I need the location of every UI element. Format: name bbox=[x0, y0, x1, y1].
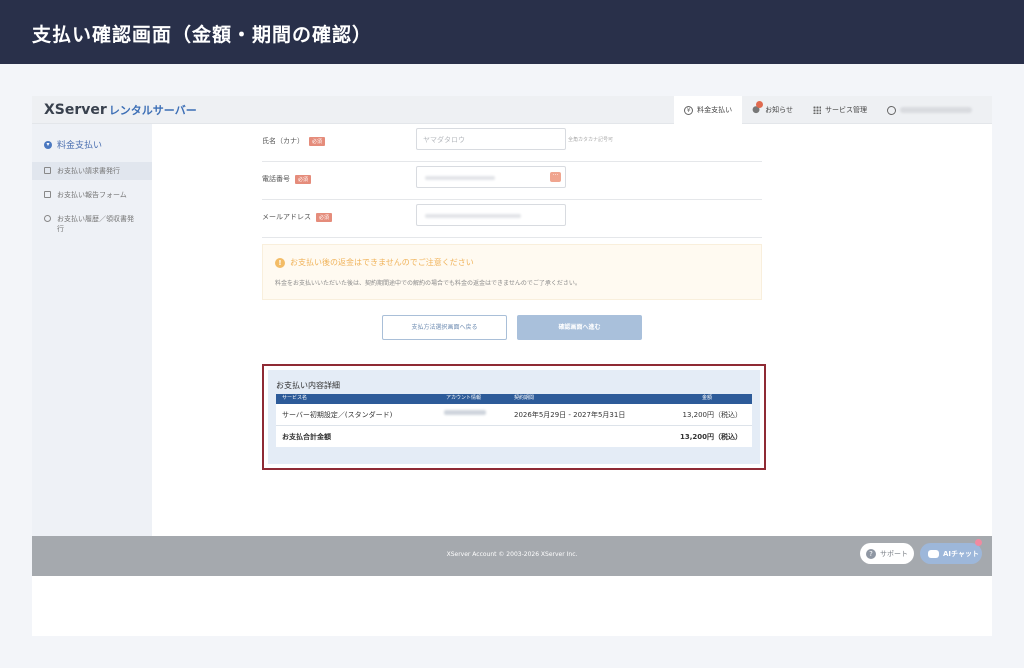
form-icon bbox=[44, 191, 51, 198]
detail-title: お支払い内容詳細 bbox=[276, 381, 340, 390]
header-period: 契約期間 bbox=[514, 395, 535, 401]
sidebar-heading-label: 料金支払い bbox=[57, 141, 103, 151]
form-row-phone: 電話番号 必須 ··· bbox=[262, 162, 762, 200]
total-amount: 13,200円（税込） bbox=[679, 433, 742, 441]
next-button[interactable]: 確認画面へ進む bbox=[517, 315, 642, 340]
sidebar-item-label: お支払い履歴／領収書発行 bbox=[57, 215, 134, 233]
nav-service-label: サービス管理 bbox=[825, 106, 867, 114]
sidebar-item-label: お支払い報告フォーム bbox=[57, 191, 127, 199]
ai-chat-badge bbox=[975, 539, 982, 546]
payment-detail: お支払い内容詳細 サービス名 アカウント情報 契約期間 金額 サーバー初期設定／… bbox=[268, 370, 760, 464]
total-label: お支払合計金額 bbox=[282, 433, 331, 441]
email-input[interactable] bbox=[416, 204, 566, 226]
chat-icon bbox=[928, 549, 939, 558]
nav-notifications-label: お知らせ bbox=[765, 106, 793, 114]
banner-title: 支払い確認画面（金額・期間の確認） bbox=[32, 24, 373, 46]
copyright: XServer Account © 2003-2026 XServer Inc. bbox=[446, 551, 578, 558]
notice-title: ! お支払い後の返金はできませんのでご注意ください bbox=[275, 257, 474, 268]
nav-notifications[interactable]: ● お知らせ bbox=[742, 96, 803, 124]
header-amount: 金額 bbox=[702, 395, 713, 401]
ai-chat-button[interactable]: AIチャット bbox=[920, 539, 982, 564]
logo-main: XServer bbox=[44, 102, 107, 118]
required-badge: 必須 bbox=[316, 212, 333, 222]
detail-table-header: サービス名 アカウント情報 契約期間 金額 bbox=[276, 394, 752, 404]
clock-icon bbox=[44, 215, 51, 222]
total-row: お支払合計金額 13,200円（税込） bbox=[276, 426, 752, 447]
question-icon: ? bbox=[866, 548, 876, 559]
grid-icon bbox=[813, 106, 821, 114]
form-row-email: メールアドレス 必須 bbox=[262, 200, 762, 238]
user-icon bbox=[887, 105, 896, 115]
sidebar-item-report-form[interactable]: お支払い報告フォーム bbox=[32, 186, 152, 204]
phone-label: 電話番号 必須 bbox=[262, 174, 312, 184]
table-row: サーバー初期設定／(スタンダード) 2026年5月29日 - 2027年5月31… bbox=[276, 404, 752, 426]
nav-payment-label: 料金支払い bbox=[697, 106, 733, 114]
warning-icon: ! bbox=[275, 257, 285, 268]
name-kana-label: 氏名（カナ） 必須 bbox=[262, 136, 326, 146]
user-name-blurred bbox=[900, 107, 972, 113]
header-nav: ¥ 料金支払い ● お知らせ サービス管理 bbox=[674, 96, 982, 124]
logo-sub: レンタルサーバー bbox=[108, 104, 197, 117]
name-kana-hint: 全角カタカナ記号可 bbox=[568, 137, 614, 143]
bell-icon: ● bbox=[752, 100, 764, 115]
main-content: 氏名（カナ） 必須 ヤマダタロウ 全角カタカナ記号可 電話番号 必須 ··· メ… bbox=[152, 124, 992, 536]
header-account: アカウント情報 bbox=[446, 395, 482, 401]
app-header: XServer レンタルサーバー ¥ 料金支払い ● お知らせ サービス管理 bbox=[32, 96, 992, 124]
chevron-down-icon: ▾ bbox=[44, 140, 52, 149]
payment-detail-highlight: お支払い内容詳細 サービス名 アカウント情報 契約期間 金額 サーバー初期設定／… bbox=[262, 364, 766, 470]
row-amount: 13,200円（税込） bbox=[682, 411, 743, 419]
nav-payment[interactable]: ¥ 料金支払い bbox=[674, 96, 743, 124]
more-icon[interactable]: ··· bbox=[550, 172, 561, 182]
row-period: 2026年5月29日 - 2027年5月31日 bbox=[514, 411, 626, 419]
email-label: メールアドレス 必須 bbox=[262, 212, 333, 222]
header-service: サービス名 bbox=[282, 395, 308, 401]
sidebar-item-invoice[interactable]: お支払い請求書発行 bbox=[32, 162, 152, 180]
sidebar-item-history[interactable]: お支払い履歴／領収書発行 bbox=[32, 210, 150, 238]
form-row-name-kana: 氏名（カナ） 必須 ヤマダタロウ 全角カタカナ記号可 bbox=[262, 124, 762, 162]
footer: XServer Account © 2003-2026 XServer Inc.… bbox=[32, 536, 992, 576]
sidebar: ▾ 料金支払い お支払い請求書発行 お支払い報告フォーム お支払い履歴／領収書発… bbox=[32, 124, 152, 536]
name-kana-input[interactable]: ヤマダタロウ bbox=[416, 128, 566, 150]
support-button[interactable]: ? サポート bbox=[860, 543, 914, 564]
notification-badge bbox=[756, 100, 764, 108]
sidebar-heading[interactable]: ▾ 料金支払い bbox=[44, 138, 102, 151]
yen-icon: ¥ bbox=[684, 105, 694, 115]
refund-notice: ! お支払い後の返金はできませんのでご注意ください 料金をお支払いいただいた後は… bbox=[262, 244, 762, 300]
sidebar-item-label: お支払い請求書発行 bbox=[57, 167, 120, 175]
phone-value-blurred bbox=[425, 176, 495, 180]
back-button[interactable]: 支払方法選択画面へ戻る bbox=[382, 315, 507, 340]
logo[interactable]: XServer レンタルサーバー bbox=[44, 102, 197, 118]
page-banner: 支払い確認画面（金額・期間の確認） bbox=[0, 0, 1024, 64]
nav-service-management[interactable]: サービス管理 bbox=[803, 96, 877, 124]
email-value-blurred bbox=[425, 214, 521, 218]
required-badge: 必須 bbox=[295, 174, 312, 184]
required-badge: 必須 bbox=[309, 136, 326, 146]
nav-user-menu[interactable] bbox=[877, 96, 982, 124]
row-service: サーバー初期設定／(スタンダード) bbox=[282, 411, 393, 419]
phone-input[interactable]: ··· bbox=[416, 166, 566, 188]
invoice-icon bbox=[44, 167, 51, 174]
notice-text: 料金をお支払いいただいた後は、契約期間途中での解約の場合でも料金の返金はできませ… bbox=[275, 280, 581, 287]
screenshot-frame: XServerレンタルサーバー ¥ 料金支払い ● お知らせ サービス管理 ▾ bbox=[32, 96, 992, 636]
